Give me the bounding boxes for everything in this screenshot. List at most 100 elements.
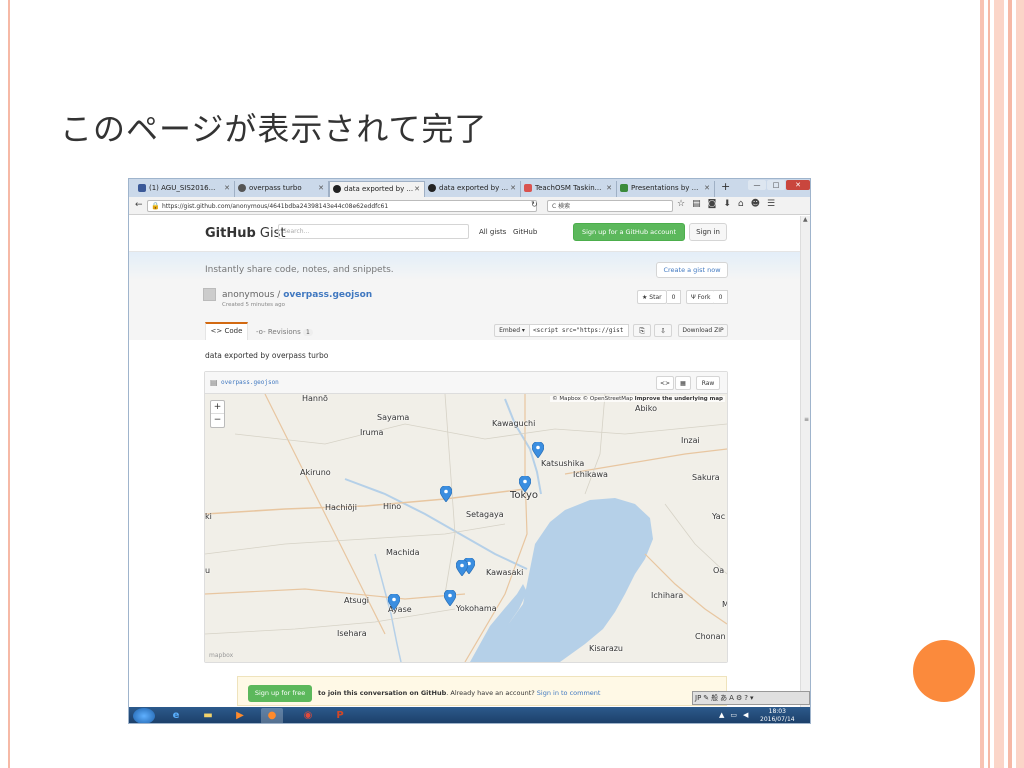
minimize-button[interactable]: — — [748, 180, 766, 190]
map-marker[interactable] — [440, 486, 452, 502]
raw-button[interactable]: Raw — [696, 376, 720, 390]
improve-map-link[interactable]: Improve the underlying map — [635, 396, 723, 402]
media-player-icon[interactable]: ▶ — [229, 708, 251, 723]
vertical-scrollbar[interactable]: ▲ ≡ — [800, 216, 810, 707]
map-attribution[interactable]: © Mapbox © OpenStreetMap Improve the und… — [550, 396, 725, 402]
map-marker[interactable] — [388, 594, 400, 610]
mapbox-logo[interactable]: mapbox — [209, 652, 233, 659]
scroll-thumb[interactable]: ≡ — [804, 416, 809, 423]
geojson-map[interactable]: © Mapbox © OpenStreetMap Improve the und… — [205, 394, 727, 662]
map-marker[interactable] — [444, 590, 456, 606]
open-desktop-icon[interactable]: ⇩ — [654, 324, 672, 337]
ime-item[interactable]: A — [729, 694, 734, 702]
map-label: Iruma — [360, 428, 384, 437]
scroll-up-icon[interactable]: ▲ — [803, 216, 808, 223]
teachosm-icon — [524, 184, 532, 192]
file-icon: ▤ — [210, 378, 218, 387]
show-hidden-icon[interactable]: ▲ — [719, 711, 724, 719]
map-marker[interactable] — [456, 560, 468, 576]
fork-button[interactable]: Ψ Fork — [686, 290, 716, 304]
close-icon[interactable]: ✕ — [224, 181, 230, 195]
browser-nav-bar: ← 🔒 https://gist.github.com/anonymous/46… — [129, 197, 810, 215]
firefox-icon[interactable]: ● — [261, 708, 283, 723]
new-tab-button[interactable]: + — [721, 180, 730, 193]
chrome-icon[interactable]: ◉ — [297, 708, 319, 723]
gist-title: anonymous / overpass.geojson — [222, 290, 372, 300]
powerpoint-icon[interactable]: P — [329, 708, 351, 723]
github-link[interactable]: GitHub — [513, 228, 537, 236]
signin-button[interactable]: Sign in — [689, 223, 727, 241]
browser-search-box[interactable]: C 検索 — [547, 200, 673, 212]
file-name-link[interactable]: overpass.geojson — [221, 379, 279, 386]
zoom-out-button[interactable]: − — [211, 414, 224, 427]
window-close-button[interactable]: ✕ — [786, 180, 810, 190]
volume-icon[interactable]: ◀ — [743, 711, 748, 719]
map-label: Hannō — [302, 394, 328, 403]
tab-code[interactable]: <> Code — [205, 322, 248, 340]
close-icon[interactable]: ✕ — [704, 181, 710, 195]
download-zip-button[interactable]: Download ZIP — [678, 324, 728, 337]
owner-link[interactable]: anonymous — [222, 290, 274, 300]
gist-name-link[interactable]: overpass.geojson — [283, 290, 372, 300]
copy-clipboard-icon[interactable]: ⎘ — [633, 324, 651, 337]
ime-item[interactable]: ▾ — [750, 694, 754, 702]
map-label: Akiruno — [300, 468, 331, 477]
close-icon[interactable]: ✕ — [510, 181, 516, 195]
url-bar[interactable]: 🔒 https://gist.github.com/anonymous/4641… — [147, 200, 537, 212]
star-button[interactable]: ★ Star — [637, 290, 667, 304]
revisions-label: -o- Revisions — [256, 328, 301, 336]
create-gist-button[interactable]: Create a gist now — [656, 262, 728, 278]
major-road — [644, 553, 727, 625]
menu-icon[interactable]: ☰ — [767, 199, 775, 209]
all-gists-link[interactable]: All gists — [479, 228, 506, 236]
github-gist-logo[interactable]: GitHub Gist — [205, 226, 285, 241]
signup-button[interactable]: Sign up for a GitHub account — [573, 223, 685, 241]
explorer-icon[interactable]: ▬ — [197, 708, 219, 723]
signup-free-button[interactable]: Sign up for free — [248, 685, 312, 702]
browser-tab[interactable]: data exported by ... ✕ — [425, 181, 521, 197]
chat-icon[interactable]: ☻ — [751, 199, 760, 209]
bookmark-star-icon[interactable]: ☆ — [677, 199, 685, 209]
code-toggle-button[interactable]: <> — [656, 376, 674, 390]
ime-item[interactable]: あ — [720, 693, 727, 703]
back-arrow-icon[interactable]: ← — [135, 200, 143, 210]
ime-item[interactable]: ? — [744, 694, 748, 702]
ime-item[interactable]: ✎ — [703, 694, 709, 702]
reading-list-icon[interactable]: ▤ — [692, 199, 701, 209]
tab-revisions[interactable]: -o- Revisions 1 — [256, 328, 313, 336]
embed-code-input[interactable]: <script src="https://gist — [529, 324, 629, 337]
close-icon[interactable]: ✕ — [606, 181, 612, 195]
browser-tab-active[interactable]: data exported by ... ✕ — [329, 181, 425, 197]
network-icon[interactable]: ▭ — [730, 711, 737, 719]
start-orb-icon[interactable] — [133, 708, 155, 723]
ie-icon[interactable]: e — [165, 708, 187, 723]
map-label: Kisarazu — [589, 644, 623, 653]
map-marker[interactable] — [519, 476, 531, 492]
map-marker[interactable] — [532, 442, 544, 458]
browser-tab[interactable]: Presentations by ... ✕ — [617, 181, 715, 197]
browser-tab[interactable]: (1) AGU_SIS2016... ✕ — [135, 181, 235, 197]
maximize-button[interactable]: □ — [767, 180, 785, 190]
map-view-icon[interactable]: ▦ — [675, 376, 691, 390]
close-icon[interactable]: ✕ — [414, 182, 420, 196]
browser-tab[interactable]: TeachOSM Taskin... ✕ — [521, 181, 617, 197]
reload-icon[interactable]: ↻ — [531, 200, 538, 209]
created-time: Created 5 minutes ago — [222, 302, 286, 308]
taskbar-clock[interactable]: 18:03 2016/07/14 — [760, 708, 795, 723]
ime-item[interactable]: ⚙ — [736, 694, 742, 702]
pocket-icon[interactable]: ◙ — [708, 199, 717, 209]
home-icon[interactable]: ⌂ — [738, 199, 744, 209]
embed-select[interactable]: Embed ▾ — [494, 324, 530, 337]
download-icon[interactable]: ⬇ — [723, 199, 731, 209]
join-rest: . Already have an account? — [446, 689, 537, 697]
ime-item[interactable]: 般 — [711, 693, 718, 703]
gist-search-input[interactable]: Search... — [278, 224, 469, 239]
zoom-in-button[interactable]: + — [211, 401, 224, 414]
close-icon[interactable]: ✕ — [318, 181, 324, 195]
major-road — [205, 588, 466, 600]
ime-item[interactable]: JP — [695, 694, 701, 702]
browser-tab[interactable]: overpass turbo ✕ — [235, 181, 329, 197]
join-bold: to join this conversation on GitHub — [318, 689, 447, 697]
signin-to-comment-link[interactable]: Sign in to comment — [537, 689, 601, 697]
map-label: Ichikawa — [573, 470, 608, 479]
